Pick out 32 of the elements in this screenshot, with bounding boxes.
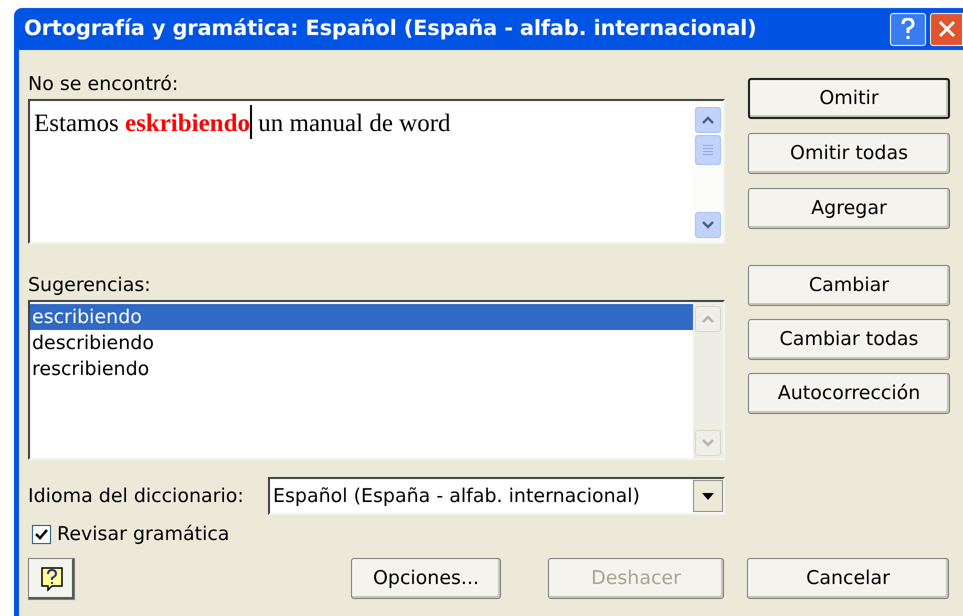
help-icon xyxy=(40,566,64,592)
suggestion-item[interactable]: rescribiendo xyxy=(30,356,693,382)
not-found-label: No se encontró: xyxy=(28,74,178,94)
close-icon[interactable] xyxy=(930,12,963,46)
suggestion-item[interactable]: describiendo xyxy=(30,330,693,356)
sentence-box[interactable]: Estamos eskribiendo un manual de word xyxy=(28,99,725,244)
dialog-button[interactable]: Cancelar xyxy=(747,558,949,599)
text-caret xyxy=(250,105,252,139)
checkbox-label: Revisar gramática xyxy=(57,522,230,547)
dialog-button[interactable]: Agregar xyxy=(748,188,950,229)
dialog-button[interactable]: Cambiar xyxy=(748,265,950,306)
dictionary-select[interactable]: Español (España - alfab. internacional) xyxy=(268,477,725,515)
dialog-button[interactable]: Omitir todas xyxy=(748,133,950,174)
scrollbar[interactable] xyxy=(693,101,723,242)
dictionary-label: Idioma del diccionario: xyxy=(28,484,244,509)
sentence-text: un manual de word xyxy=(257,109,451,139)
suggestions-list[interactable]: escribiendo describiendo rescribiendo xyxy=(28,300,725,460)
dialog-button[interactable]: Cambiar todas xyxy=(748,319,950,360)
sentence-text: Estamos eskribiendo xyxy=(34,109,250,139)
checkbox[interactable] xyxy=(32,524,51,544)
scroll-thumb[interactable] xyxy=(695,135,721,165)
scroll-down-icon[interactable] xyxy=(695,212,721,238)
help-button[interactable] xyxy=(28,558,75,600)
dialog-button[interactable]: Autocorrección xyxy=(748,373,950,414)
suggestion-item[interactable]: escribiendo xyxy=(30,304,693,330)
suggestions-label: Sugerencias: xyxy=(28,275,151,295)
dialog-button[interactable]: Opciones... xyxy=(351,558,501,599)
dialog-button[interactable]: Omitir xyxy=(748,78,950,119)
dropdown-icon[interactable] xyxy=(693,480,723,512)
help-icon[interactable] xyxy=(890,12,926,46)
scroll-up-icon[interactable] xyxy=(695,107,721,133)
window-title: Ortografía y gramática: Español (España - alfab. internacional) xyxy=(24,15,758,42)
